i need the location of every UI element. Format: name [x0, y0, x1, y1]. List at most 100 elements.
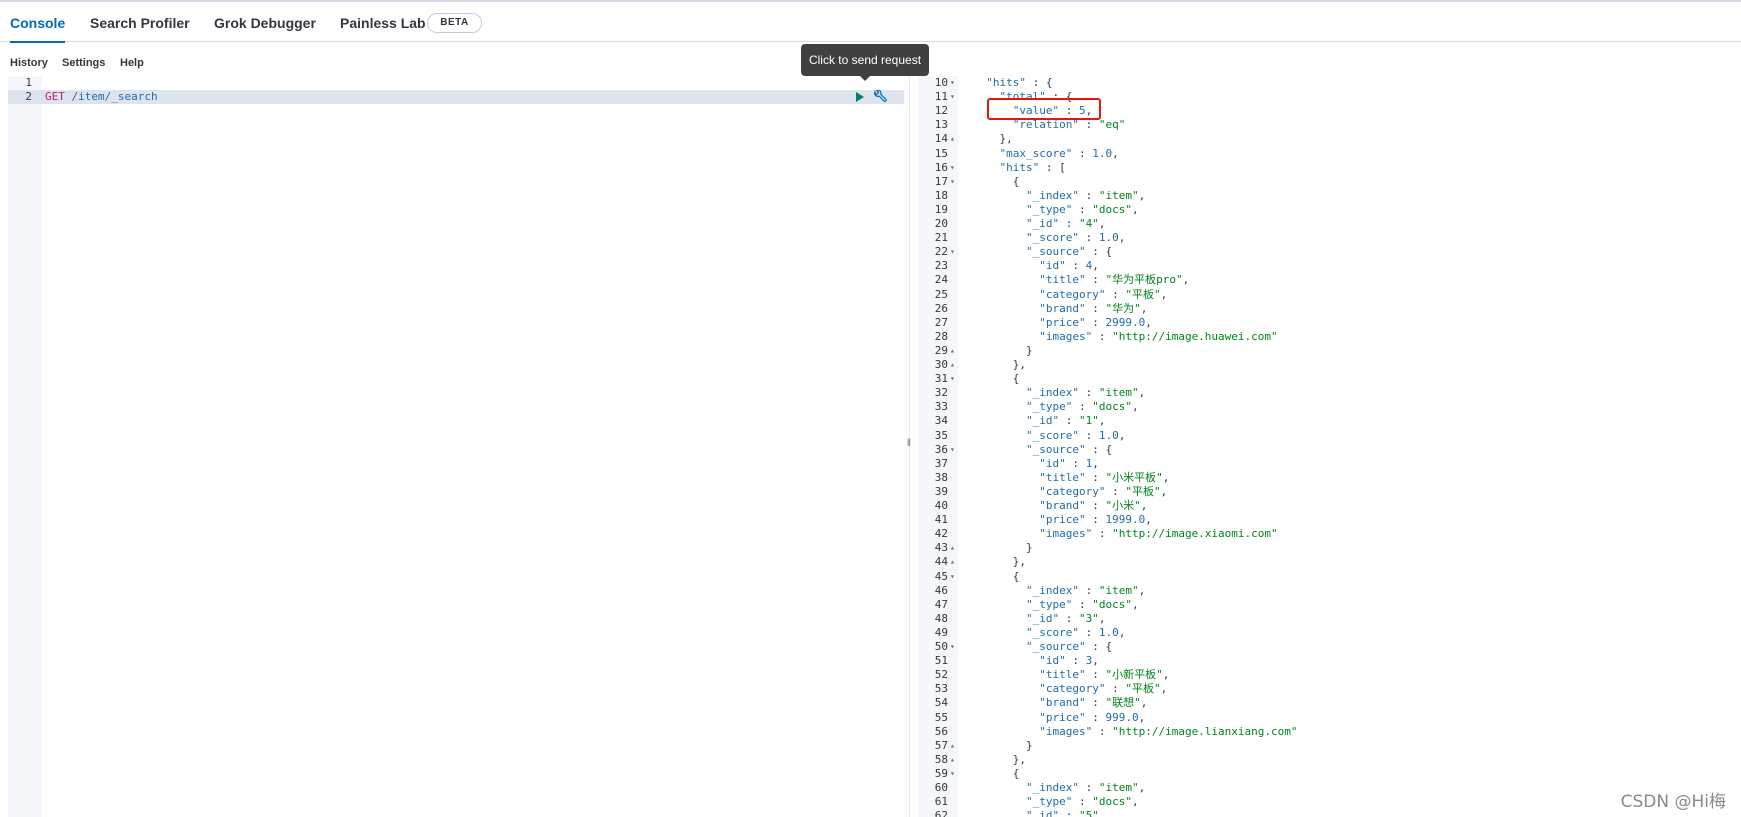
response-line: 15 "max_score" : 1.0,	[918, 147, 1741, 161]
history-link[interactable]: History	[10, 57, 48, 69]
response-editor[interactable]: 10 ▾ "hits" : {11 ▾ "total" : {12 "value" …	[918, 76, 1741, 817]
response-code: "_type" : "docs",	[1025, 795, 1139, 809]
response-line: 17 ▾ {	[918, 175, 1741, 189]
response-code: "brand" : "小米",	[1039, 499, 1148, 512]
response-code: {	[973, 174, 1020, 188]
line-number: 48	[934, 611, 948, 625]
response-line: 46 "_index" : "item",	[918, 584, 1741, 598]
response-code: "_score" : 1.0,	[1025, 231, 1126, 245]
response-code: "_type" : "docs",	[1025, 400, 1139, 414]
response-line: 58 ▴ },	[918, 753, 1741, 767]
response-code: "_source" : {	[1025, 442, 1113, 456]
fold-toggle-icon[interactable]: ▾	[950, 640, 958, 654]
response-line: 45 ▾ {	[918, 570, 1741, 584]
line-number: 43	[934, 541, 948, 555]
response-code: }	[973, 541, 1033, 555]
line-number: 36	[934, 442, 948, 456]
response-code: "title" : "小米平板",	[1039, 470, 1170, 484]
response-line: 14 ▴ },	[918, 132, 1741, 146]
wrench-icon[interactable]	[872, 90, 888, 104]
fold-toggle-icon[interactable]: ▾	[950, 767, 958, 781]
response-code: "id" : 3,	[1039, 654, 1099, 668]
response-code: },	[973, 358, 1026, 371]
fold-toggle-icon[interactable]: ▾	[950, 175, 958, 189]
response-line: 49 "_score" : 1.0,	[918, 626, 1741, 640]
fold-toggle-icon[interactable]: ▴	[950, 739, 958, 753]
fold-toggle-icon[interactable]: ▾	[950, 90, 958, 104]
line-number: 31	[934, 372, 948, 386]
line-number: 37	[934, 456, 948, 470]
response-line: 10 ▾ "hits" : {	[918, 76, 1741, 90]
line-number: 59	[934, 766, 948, 780]
request-gutter	[8, 76, 42, 817]
response-code: "images" : "http://image.huawei.com"	[1039, 329, 1278, 343]
fold-toggle-icon[interactable]: ▴	[950, 541, 958, 555]
tab-console[interactable]: Console	[10, 2, 66, 43]
help-link[interactable]: Help	[120, 57, 144, 69]
line-number: 11	[934, 90, 948, 104]
response-line: 38 "title" : "小米平板",	[918, 471, 1741, 485]
send-request-icon[interactable]	[856, 92, 864, 102]
response-line: 44 ▴ },	[918, 555, 1741, 569]
response-line: 52 "title" : "小新平板",	[918, 668, 1741, 682]
response-line: 48 "_id" : "3",	[918, 612, 1741, 626]
response-code: "category" : "平板",	[1039, 287, 1168, 301]
response-line: 30 ▴ },	[918, 358, 1741, 372]
response-line: 29 ▴ }	[918, 344, 1741, 358]
pane-resizer-handle[interactable]: ‖	[906, 438, 912, 452]
fold-toggle-icon[interactable]: ▴	[950, 555, 958, 569]
response-code: "_index" : "item",	[1025, 583, 1146, 597]
line-number: 27	[934, 315, 948, 329]
tab-bar: Console Search Profiler Grok Debugger Pa…	[0, 2, 1741, 43]
response-line: 16 ▾ "hits" : [	[918, 161, 1741, 175]
line-number: 29	[934, 343, 948, 357]
settings-link[interactable]: Settings	[62, 57, 105, 69]
request-line-active[interactable]: 2 GET /item/_search	[8, 90, 904, 104]
tab-search-profiler[interactable]: Search Profiler	[90, 2, 190, 42]
response-line: 23 "id" : 4,	[918, 259, 1741, 273]
fold-toggle-icon[interactable]: ▴	[950, 753, 958, 767]
request-editor[interactable]: 1 2 GET /item/_search	[8, 76, 911, 817]
response-code: },	[973, 752, 1026, 766]
response-line: 47 "_type" : "docs",	[918, 598, 1741, 612]
response-code: "id" : 4,	[1039, 259, 1099, 273]
fold-toggle-icon[interactable]: ▾	[950, 161, 958, 175]
response-line: 13 "relation" : "eq"	[918, 118, 1741, 132]
line-number: 55	[934, 710, 948, 724]
fold-toggle-icon[interactable]: ▴	[950, 344, 958, 358]
response-code: },	[973, 555, 1026, 569]
fold-toggle-icon[interactable]: ▴	[950, 358, 958, 372]
response-line: 56 "images" : "http://image.lianxiang.co…	[918, 725, 1741, 739]
response-code: "_id" : "4",	[1025, 217, 1106, 230]
fold-toggle-icon[interactable]: ▾	[950, 245, 958, 259]
line-number: 24	[934, 273, 948, 287]
fold-toggle-icon[interactable]: ▴	[950, 132, 958, 146]
tab-grok-debugger[interactable]: Grok Debugger	[214, 2, 316, 42]
response-code: "_score" : 1.0,	[1025, 625, 1126, 639]
fold-toggle-icon[interactable]: ▾	[950, 443, 958, 457]
line-number: 32	[934, 386, 948, 400]
fold-toggle-icon[interactable]: ▾	[950, 570, 958, 584]
response-code: "_type" : "docs",	[1025, 597, 1139, 611]
response-line: 53 "category" : "平板",	[918, 682, 1741, 696]
fold-toggle-icon[interactable]: ▾	[950, 76, 958, 90]
response-line: 19 "_type" : "docs",	[918, 203, 1741, 217]
response-line: 33 "_type" : "docs",	[918, 400, 1741, 414]
response-line: 21 "_score" : 1.0,	[918, 231, 1741, 245]
line-number: 1	[25, 76, 32, 89]
line-number: 20	[934, 217, 948, 230]
request-path: /item/_search	[71, 90, 158, 103]
line-number: 26	[934, 301, 948, 315]
response-line: 59 ▾ {	[918, 767, 1741, 781]
response-code: "relation" : "eq"	[1012, 118, 1126, 132]
tab-painless-lab[interactable]: Painless Lab	[340, 2, 426, 42]
response-line: 60 "_index" : "item",	[918, 781, 1741, 795]
response-code: "title" : "小新平板",	[1039, 668, 1170, 682]
response-code: {	[973, 569, 1020, 583]
response-code: }	[973, 738, 1033, 752]
response-code: "id" : 1,	[1039, 456, 1099, 470]
line-number: 39	[934, 484, 948, 498]
response-code: "_type" : "docs",	[1025, 202, 1139, 216]
line-number: 38	[934, 470, 948, 484]
fold-toggle-icon[interactable]: ▾	[950, 372, 958, 386]
